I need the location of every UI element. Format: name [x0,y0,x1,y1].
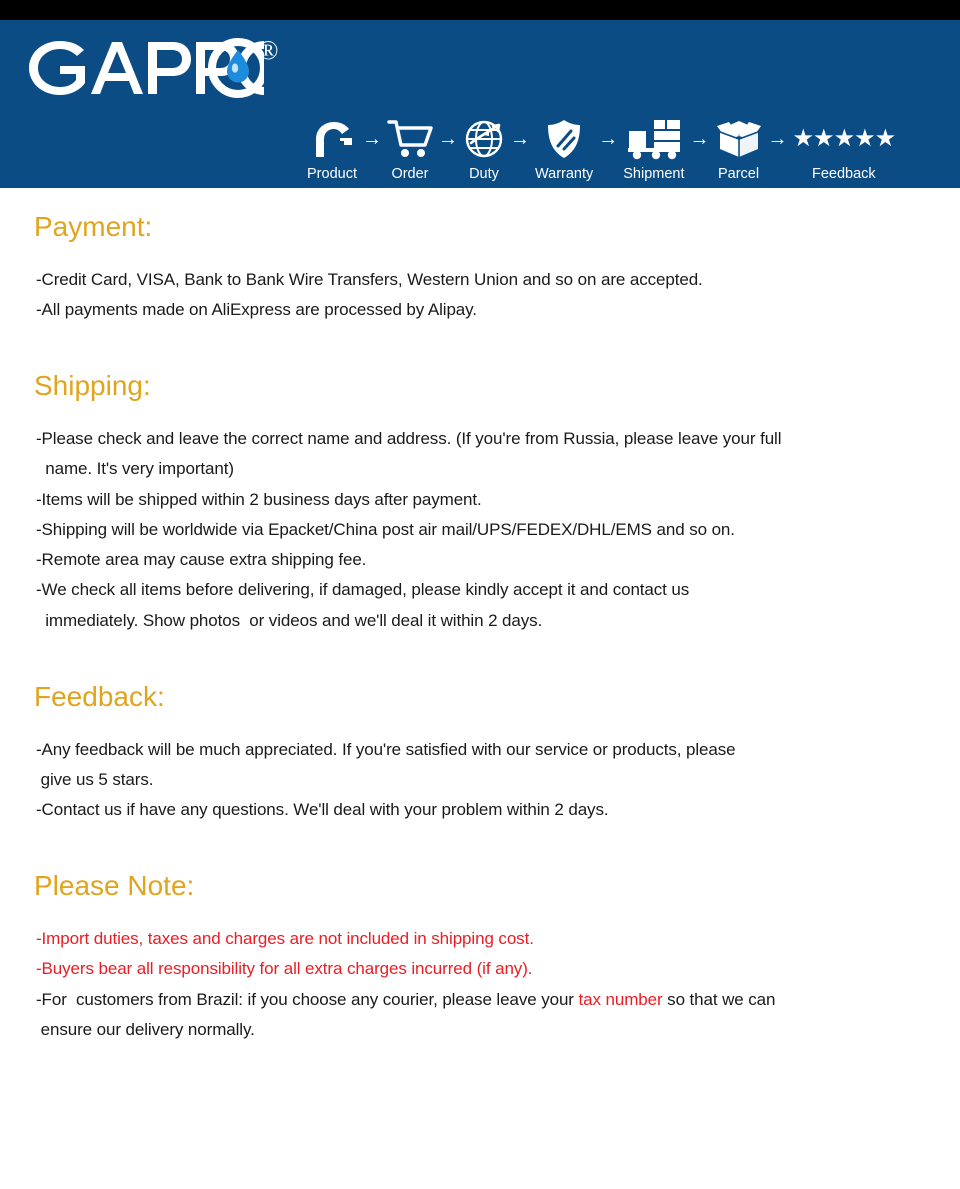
step-label-parcel: Parcel [717,166,760,182]
step-label-order: Order [391,166,429,182]
step-order: Order [387,116,433,182]
registered-trademark-symbol: ® [258,35,279,65]
step-label-duty: Duty [469,166,499,182]
truck-icon [626,116,682,162]
shipping-line-1: -Please check and leave the correct name… [36,429,782,479]
arrow-icon-5: → [689,128,710,150]
faucet-icon [310,116,354,162]
note-line-3: -For customers from Brazil: if you choos… [0,985,960,1046]
globe-icon [463,116,505,162]
top-black-bar [0,0,960,20]
faint-hidden-text-strip [0,188,960,212]
payment-line-1: -Credit Card, VISA, Bank to Bank Wire Tr… [36,269,703,289]
feedback-line-2: -Contact us if have any questions. We'll… [36,800,609,820]
gappo-logo: ® [24,37,279,99]
shipping-line-5: -We check all items before delivering, i… [36,580,690,630]
step-parcel: Parcel [715,116,763,182]
tax-number-highlight: tax number [578,989,663,1009]
payment-line-2: -All payments made on AliExpress are pro… [36,300,477,320]
section-heading-shipping: Shipping: [34,370,151,402]
step-feedback: ★★★★★ Feedback [792,116,897,182]
section-heading-please-note: Please Note: [34,870,195,902]
gappo-wordmark-icon [29,38,264,98]
note-line-1: -Import duties, taxes and charges are no… [36,929,534,949]
process-step-list: Product → Order → Duty → Warranty → Ship… [307,116,897,182]
cart-icon [387,116,433,162]
shipping-line-4: -Remote area may cause extra shipping fe… [36,550,367,570]
arrow-icon-2: → [437,128,458,150]
star-rating: ★★★★★ [792,125,897,152]
arrow-icon-6: → [767,128,788,150]
section-payment: Payment: -Credit Card, VISA, Bank to Ban… [0,211,960,325]
policy-content: Payment: -Credit Card, VISA, Bank to Ban… [0,211,960,1045]
step-label-shipment: Shipment [623,166,685,182]
arrow-icon-3: → [509,128,530,150]
note-line-2: -Buyers bear all responsibility for all … [36,959,533,979]
arrow-icon-1: → [361,128,382,150]
faint-hidden-text [14,188,20,210]
shipping-line-2: -Items will be shipped within 2 business… [36,489,482,509]
feedback-line-1: -Any feedback will be much appreciated. … [36,739,736,789]
brand-banner: ® Product → Order → Duty → Warranty → Sh… [0,20,960,188]
stars-icon: ★★★★★ [792,116,897,162]
step-label-product: Product [307,166,357,182]
step-label-feedback: Feedback [811,166,876,182]
step-warranty: Warranty [535,116,593,182]
step-product: Product [307,116,357,182]
step-duty: Duty [463,116,505,182]
note-line-3-before: -For customers from Brazil: if you choos… [36,989,579,1009]
shipping-line-3: -Shipping will be worldwide via Epacket/… [36,519,735,539]
section-feedback: Feedback: -Any feedback will be much app… [0,680,960,826]
section-please-note: Please Note: -Import duties, taxes and c… [0,871,960,1045]
section-heading-payment: Payment: [34,211,153,242]
section-shipping: Shipping: -Please check and leave the co… [0,370,960,636]
step-label-warranty: Warranty [534,166,594,182]
open-box-icon [715,116,763,162]
shield-icon [545,116,583,162]
step-shipment: Shipment [623,116,685,182]
section-heading-feedback: Feedback: [34,680,165,712]
arrow-icon-4: → [598,128,619,150]
